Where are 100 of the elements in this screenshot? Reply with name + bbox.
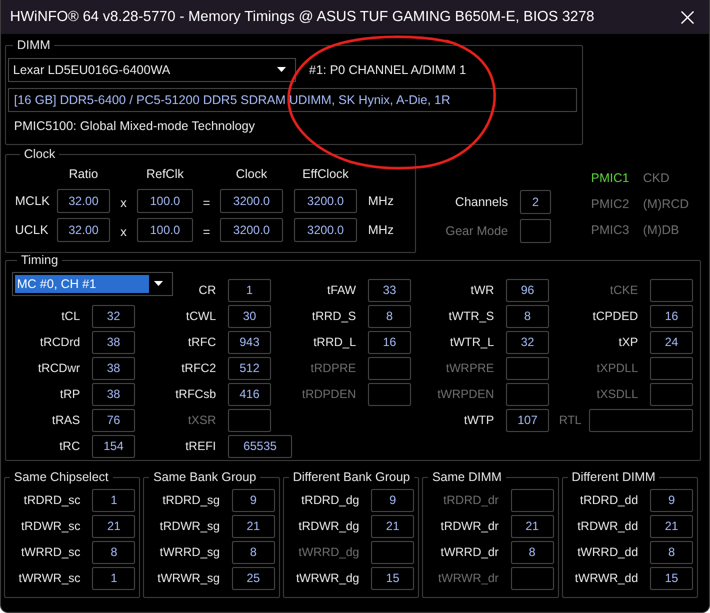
pmic-name: PMIC2 [591,197,630,212]
value-field: 8 [92,540,136,564]
timing-label: tRDRD_dd [580,493,638,507]
timing-label: tRC [59,439,80,453]
module-info-field: [16 GB] DDR5-6400 / PC5-51200 DDR5 SDRAM UDIMM, SK Hynix, A-Die, 1R [8,88,577,112]
timing-label: tWRWR_dr [438,571,499,585]
value-field [510,488,554,512]
timing-label: tRCDrd [40,335,80,349]
operator-sign: x [119,195,128,210]
selected-text: MC #0, CH #1 [15,274,149,292]
group-title: Same DIMM [431,470,503,485]
value-field [228,408,271,432]
column-header: Ratio [68,167,100,182]
pmic-info: PMIC5100: Global Mixed-mode Technology [13,119,255,134]
value-field: 33 [368,278,411,302]
value-field: 16 [368,330,411,354]
group-title: Different DIMM [570,470,656,485]
value-field: 21 [650,514,694,538]
close-icon [680,10,694,24]
timing-label: tXSDLL [596,387,638,401]
group-title: Same Chipselect [13,470,110,485]
value-field: 8 [650,540,694,564]
timing-label: tWRRD_sg [160,545,220,559]
timing-label: tFAW [327,283,356,297]
value-field: 9 [232,488,275,512]
value-field: 15 [371,566,414,590]
value-field: 8 [232,540,275,564]
value-field: 416 [228,382,271,406]
timing-label: tWRRD_dr [440,545,499,559]
operator-sign: = [202,195,212,210]
column-header: Clock [234,167,268,182]
timing-label: tWTR_L [450,335,494,349]
timing-label: tRCDwr [38,361,80,375]
value-field [650,356,693,380]
group-title: Timing [20,253,60,268]
pmic-role: (M)RCD [643,197,689,212]
timing-label: tWRWR_sg [157,571,220,585]
timing-label: CR [198,283,216,297]
value-field: 8 [510,540,554,564]
timing-label: tRDRD_sc [24,493,80,507]
channel-dropdown[interactable]: MC #0, CH #1 [12,272,173,296]
timing-label: tRDRD_sg [162,493,220,507]
timing-label: tWTP [464,413,494,427]
module-dropdown[interactable]: Lexar LD5EU016G-6400WA [8,58,296,82]
value-field: 21 [232,514,275,538]
operator-sign: x [119,224,128,239]
group-title: Different Bank Group [292,470,412,485]
value-field [520,218,551,242]
timing-label: tXP [618,335,638,349]
timing-label: tREFI [185,439,216,453]
value-field [650,278,693,302]
timing-label: RTL [559,413,582,427]
value-field: 3200.0 [220,218,283,242]
value-field [371,540,414,564]
value-field: 30 [228,304,271,328]
caret-icon [154,281,163,286]
timing-label: tWTR_S [448,309,494,323]
timing-label: tRFCsb [175,387,216,401]
unit-label: MHz [368,194,394,208]
pmic-role: CKD [643,171,670,186]
value-field: 1 [92,488,136,512]
timing-label: tRAS [52,413,80,427]
timing-label: tRRD_S [312,309,356,323]
pmic-role: (M)DB [643,223,680,238]
timing-label: tRP [60,387,80,401]
value-field: 32.00 [57,218,110,242]
caret-icon [277,67,286,72]
pmic-name: PMIC3 [591,223,630,238]
timing-label: tRDPRE [310,361,356,375]
timing-label: tRDWR_dg [298,519,360,533]
value-field: 24 [650,330,693,354]
value-field [510,566,554,590]
value-field: 1 [228,278,271,302]
value-field: 96 [506,278,549,302]
value-field: 21 [371,514,414,538]
timing-label: tCWL [186,309,216,323]
value-field: 107 [506,408,549,432]
timing-label: tRDRD_dr [443,493,499,507]
timing-label: tRDWR_sc [21,519,80,533]
timing-label: tRDWR_sg [160,519,220,533]
value-field: 32.00 [57,189,110,213]
value-field: 16 [650,304,693,328]
timing-label: tRRD_L [313,335,356,349]
value-field: 8 [368,304,411,328]
timing-label: tXSR [188,413,216,427]
timing-label: tRDWR_dr [440,519,499,533]
value-field: 1 [92,566,136,590]
value-field: 2 [520,190,551,214]
timing-label: tWRRD_dg [298,545,360,559]
value-field: 9 [371,488,414,512]
timing-label: tWRPDEN [437,387,494,401]
timing-label: tXPDLL [596,361,638,375]
column-header: EffClock [301,167,350,182]
value-field [650,382,693,406]
timing-label: tWRWR_sc [18,571,80,585]
timing-label: tCKE [610,283,638,297]
value-field: 32 [92,304,135,328]
timing-label: tWRWR_dg [296,571,360,585]
value-field [506,356,549,380]
value-field: 21 [510,514,554,538]
